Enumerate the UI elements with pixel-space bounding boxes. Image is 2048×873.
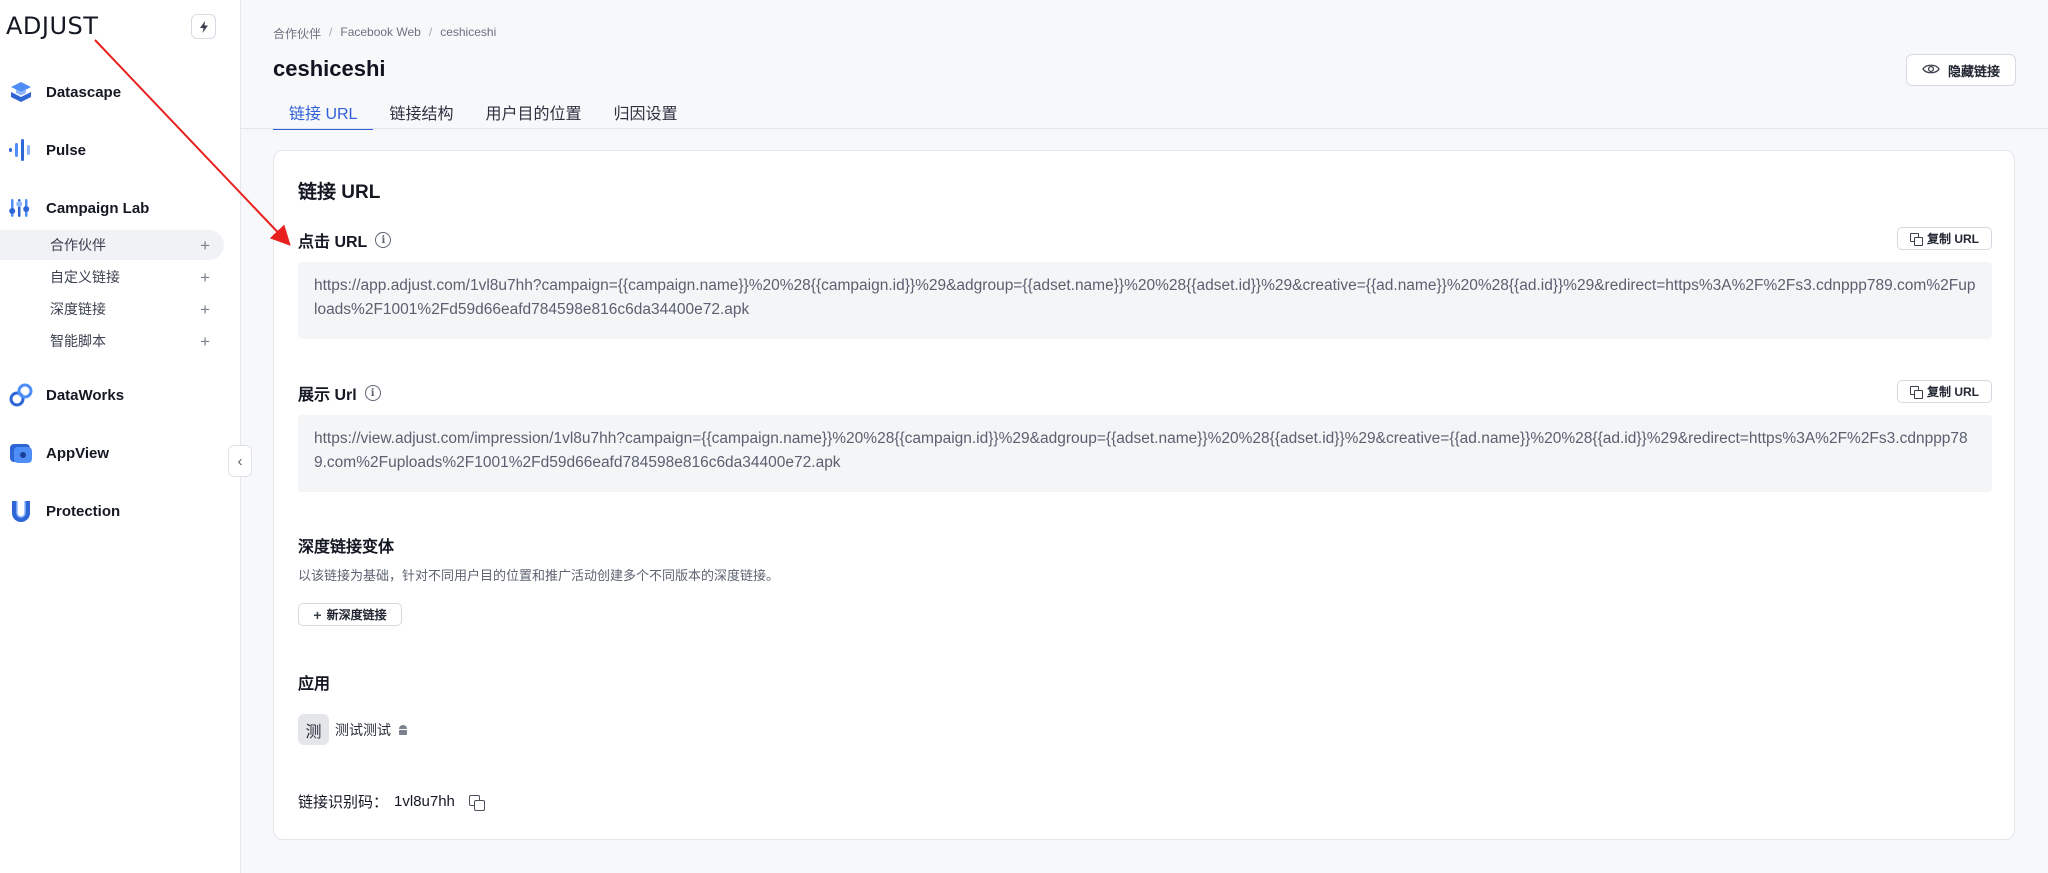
nav-label-datascape: Datascape [46,83,122,101]
page-title: ceshiceshi [273,56,386,81]
info-icon[interactable]: i [364,385,381,401]
app-row: 测 测试测试 [298,714,409,745]
nav-datascape[interactable]: Datascape [0,74,240,110]
plus-icon[interactable]: + [200,237,210,254]
info-icon[interactable]: i [375,232,392,248]
eye-icon [1922,63,1940,78]
sidebar-item-label: 自定义链接 [50,269,120,285]
sidebar-item-label: 合作伙伴 [50,237,106,253]
dataworks-icon [8,382,34,408]
plus-icon[interactable]: + [200,333,210,350]
deeplink-variants-title: 深度链接变体 [298,539,395,556]
collapse-sidebar-button[interactable]: ‹ [228,445,252,477]
sidebar-item-smart-scripts[interactable]: 智能脚本 + [0,326,224,356]
hide-link-label: 隐藏链接 [1947,63,2000,79]
copy-button-label: 复制 URL [1927,232,1979,246]
breadcrumb: 合作伙伴 / Facebook Web / ceshiceshi [273,25,496,42]
tab-user-destination[interactable]: 用户目的位置 [469,96,597,130]
nav-label-campaign-lab: Campaign Lab [46,199,150,217]
plus-icon[interactable]: + [200,301,210,318]
tab-bar: 链接 URL 链接结构 用户目的位置 归因设置 [273,96,694,130]
impression-url-label: 展示 Url [298,387,357,404]
click-url-label: 点击 URL [298,234,368,251]
sidebar-item-label: 智能脚本 [50,333,106,349]
copy-icon[interactable] [468,794,485,811]
bolt-icon[interactable] [191,14,216,39]
nav-campaign-lab[interactable]: Campaign Lab [0,190,240,226]
sidebar-item-deep-links[interactable]: 深度链接 + [0,294,224,324]
copy-impression-url-button[interactable]: 复制 URL [1897,380,1992,403]
android-icon [397,724,409,736]
nav-label-protection: Protection [46,502,121,520]
copy-icon [1910,386,1923,399]
app-section-title: 应用 [298,676,331,693]
impression-url-value[interactable]: https://view.adjust.com/impression/1vl8u… [298,415,1992,492]
breadcrumb-item-current: ceshiceshi [440,25,497,39]
breadcrumb-item-facebook-web[interactable]: Facebook Web [340,25,421,42]
nav-pulse[interactable]: Pulse [0,132,240,168]
app-avatar: 测 [298,714,329,745]
protection-icon [8,498,34,524]
tab-attribution-settings[interactable]: 归因设置 [598,96,694,130]
app-name: 测试测试 [335,721,391,738]
tabs-divider [241,128,2048,129]
nav-appview[interactable]: AppView [0,435,240,471]
link-id-row: 链接识别码： 1vl8u7hh [298,791,485,812]
tab-link-structure[interactable]: 链接结构 [373,96,469,130]
deeplink-variants-description: 以该链接为基础，针对不同用户目的位置和推广活动创建多个不同版本的深度链接。 [298,568,780,583]
appview-icon [8,440,34,466]
card-title: 链接 URL [298,182,381,203]
breadcrumb-separator: / [428,25,433,39]
new-deeplink-button[interactable]: + 新深度链接 [298,603,402,626]
tab-link-url[interactable]: 链接 URL [273,96,374,130]
sidebar-item-partners[interactable]: 合作伙伴 + [0,230,224,260]
plus-icon[interactable]: + [200,269,210,286]
breadcrumb-separator: / [329,25,333,39]
copy-icon [1910,233,1923,246]
copy-button-label: 复制 URL [1927,385,1979,399]
link-id-value: 1vl8u7hh [394,793,455,810]
sidebar: ADJUST Datascape Pulse Campaign Lab 合作伙伴… [0,0,241,873]
nav-label-dataworks: DataWorks [46,386,125,404]
breadcrumb-item-partners[interactable]: 合作伙伴 [273,25,321,42]
impression-url-label-row: 展示 Url i [298,381,381,405]
sidebar-item-label: 深度链接 [50,301,106,317]
click-url-label-row: 点击 URL i [298,228,392,252]
campaign-lab-icon [8,195,34,221]
chevron-left-icon: ‹ [237,452,243,470]
link-url-card: 链接 URL 点击 URL i 复制 URL https://app.adjus… [273,150,2015,840]
click-url-value[interactable]: https://app.adjust.com/1vl8u7hh?campaign… [298,262,1992,339]
nav-protection[interactable]: Protection [0,493,240,529]
copy-click-url-button[interactable]: 复制 URL [1897,227,1992,250]
hide-link-button[interactable]: 隐藏链接 [1906,54,2016,86]
datascape-icon [8,79,34,105]
pulse-icon [8,137,34,163]
nav-label-appview: AppView [46,444,110,462]
plus-icon: + [313,606,322,623]
link-id-label: 链接识别码： [298,794,389,811]
nav-label-pulse: Pulse [46,141,87,159]
sidebar-item-custom-links[interactable]: 自定义链接 + [0,262,224,292]
new-deeplink-label: 新深度链接 [326,608,387,622]
adjust-logo[interactable]: ADJUST [6,12,98,40]
nav-dataworks[interactable]: DataWorks [0,377,240,413]
